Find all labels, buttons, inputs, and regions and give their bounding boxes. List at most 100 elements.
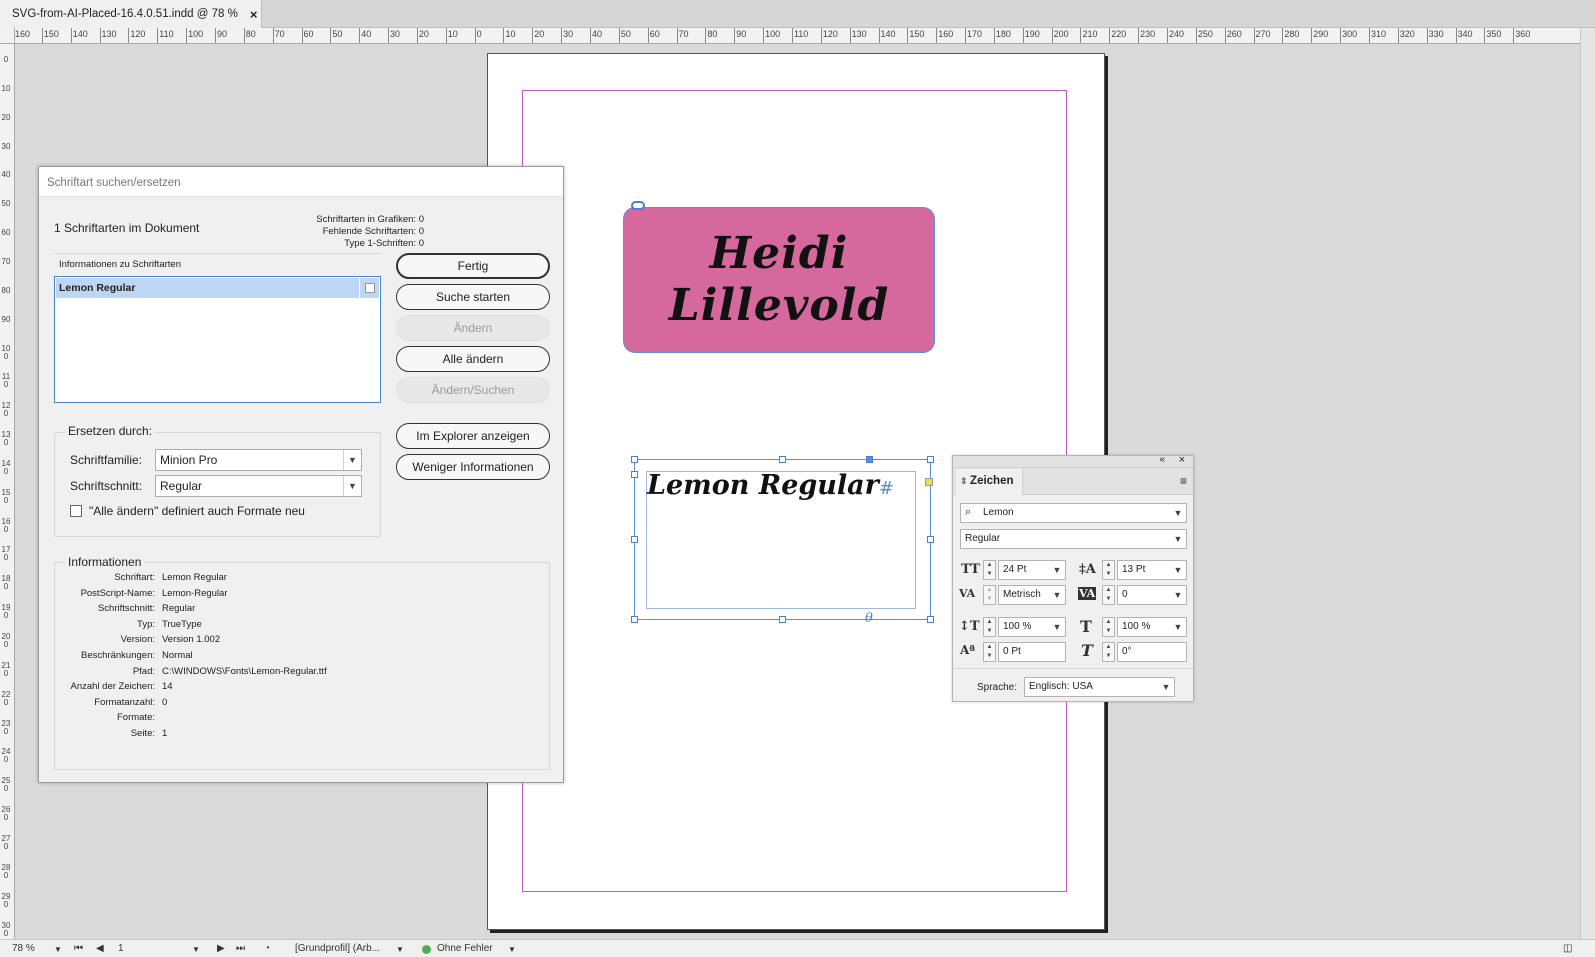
in-port-handle[interactable] xyxy=(631,471,638,478)
corner-option-handle[interactable] xyxy=(866,456,873,463)
dialog-title[interactable]: Schriftart suchen/ersetzen xyxy=(39,167,563,197)
ruler-tick-label: 170 xyxy=(967,29,983,39)
page-chevron-icon[interactable]: ▼ xyxy=(192,945,200,954)
font-style-dropdown[interactable]: Regular ▼ xyxy=(155,475,362,497)
resize-handle-bl[interactable] xyxy=(631,616,638,623)
panel-drag-bar[interactable]: « × xyxy=(953,454,1193,468)
vertical-scrollbar[interactable] xyxy=(1580,28,1595,939)
zoom-level[interactable]: 78 % xyxy=(12,943,35,954)
ruler-tick-label: 290 xyxy=(1,891,11,909)
find-button[interactable]: Suche starten xyxy=(396,284,550,310)
end-of-story-marker: # xyxy=(878,478,894,499)
baseline-shift-field[interactable]: 0 Pt xyxy=(998,642,1066,662)
last-page-icon[interactable]: ⏭ xyxy=(236,943,245,954)
change-button[interactable]: Ändern xyxy=(396,315,550,341)
vertical-scale-stepper[interactable]: ▲ ▼ xyxy=(983,617,996,637)
ruler-tick xyxy=(1138,28,1140,43)
preflight-icon[interactable]: ◔ xyxy=(264,943,270,954)
horizontal-scale-stepper[interactable]: ▲ ▼ xyxy=(1102,617,1115,637)
chevron-down-icon: ▼ xyxy=(343,476,361,496)
leading-stepper[interactable]: ▲ ▼ xyxy=(1102,560,1115,580)
ruler-corner[interactable] xyxy=(0,28,15,44)
resize-handle-t[interactable] xyxy=(779,456,786,463)
reveal-in-explorer-button[interactable]: Im Explorer anzeigen xyxy=(396,423,550,449)
resize-handle-r[interactable] xyxy=(927,536,934,543)
page-number[interactable]: 1 xyxy=(118,943,124,954)
kerning-icon: VA xyxy=(959,587,976,600)
tracking-field[interactable]: 0 ▼ xyxy=(1117,585,1187,605)
prev-page-icon[interactable]: ◀ xyxy=(96,943,104,954)
language-dropdown[interactable]: Englisch: USA ▼ xyxy=(1024,677,1175,697)
tracking-icon: VA xyxy=(1078,587,1097,600)
vertical-ruler[interactable]: 0 10 20 30 40 50 60 70 80 90 100 110 120 130 140 150 160… xyxy=(0,44,15,939)
document-tab[interactable]: SVG-from-AI-Placed-16.4.0.51.indd @ 78 %… xyxy=(0,0,262,28)
resize-handle-b[interactable] xyxy=(779,616,786,623)
close-panel-icon[interactable]: × xyxy=(1179,454,1185,466)
zoom-chevron-icon[interactable]: ▼ xyxy=(54,945,62,954)
less-info-button[interactable]: Weniger Informationen xyxy=(396,454,550,480)
tab-character[interactable]: ⇕ Zeichen xyxy=(956,469,1023,495)
split-view-icon[interactable]: ◫ xyxy=(1563,943,1572,954)
font-status-checkbox[interactable] xyxy=(365,283,375,293)
info-title: Informationen xyxy=(65,555,145,569)
font-style-field[interactable]: Regular ▼ xyxy=(960,529,1187,549)
font-style-label: Schriftschnitt: xyxy=(70,479,143,493)
change-find-button[interactable]: Ändern/Suchen xyxy=(396,377,550,403)
ruler-tick-label: 130 xyxy=(851,29,867,39)
resize-handle-tl[interactable] xyxy=(631,456,638,463)
skew-field[interactable]: 0° xyxy=(1117,642,1187,662)
kerning-stepper[interactable]: ▲ ▼ xyxy=(983,585,996,605)
skew-stepper[interactable]: ▲ ▼ xyxy=(1102,642,1115,662)
font-size-field[interactable]: 24 Pt ▼ xyxy=(998,560,1066,580)
errors-chevron-icon[interactable]: ▼ xyxy=(508,945,516,954)
name-line-2: Lillevold xyxy=(668,280,890,331)
leading-icon: ‡A xyxy=(1079,562,1096,577)
change-all-button[interactable]: Alle ändern xyxy=(396,346,550,372)
out-port-handle[interactable] xyxy=(925,478,933,486)
resize-handle-br[interactable] xyxy=(927,616,934,623)
first-page-icon[interactable]: ⏮ xyxy=(74,943,83,954)
fonts-list[interactable]: Lemon Regular xyxy=(54,276,381,403)
ruler-tick xyxy=(676,28,678,43)
info-value: 14 xyxy=(162,681,173,693)
horizontal-scale-field[interactable]: 100 % ▼ xyxy=(1117,617,1187,637)
done-button[interactable]: Fertig xyxy=(396,253,550,279)
info-value: Version 1.002 xyxy=(162,634,221,646)
baseline-shift-stepper[interactable]: ▲ ▼ xyxy=(983,642,996,662)
search-icon: ⌕ xyxy=(965,506,972,518)
redefine-styles-checkbox[interactable] xyxy=(70,505,82,517)
close-tab-icon[interactable]: × xyxy=(250,7,258,22)
vertical-scale-field[interactable]: 100 % ▼ xyxy=(998,617,1066,637)
ruler-tick xyxy=(1224,28,1226,43)
name-graphic-frame[interactable]: Heidi Lillevold xyxy=(623,207,935,353)
ruler-tick xyxy=(99,28,101,43)
horizontal-ruler[interactable]: 160 150 140 130 120 110 100 90 80 70 60 50 40 30 20 10 0… xyxy=(15,28,1580,44)
leading-field[interactable]: 13 Pt ▼ xyxy=(1117,560,1187,580)
panel-menu-icon[interactable]: ≡ xyxy=(1180,474,1187,488)
tracking-stepper[interactable]: ▲ ▼ xyxy=(1102,585,1115,605)
resize-handle-tr[interactable] xyxy=(927,456,934,463)
ruler-tick xyxy=(791,28,793,43)
ruler-tick-label: 150 xyxy=(909,29,925,39)
collapse-panel-icon[interactable]: « xyxy=(1159,454,1165,465)
link-icon[interactable] xyxy=(631,201,645,210)
preflight-profile[interactable]: [Grundprofil] (Arb... xyxy=(295,943,380,954)
kerning-field[interactable]: Metrisch ▼ xyxy=(998,585,1066,605)
font-list-item-check[interactable] xyxy=(359,278,379,298)
ruler-tick-label: 80 xyxy=(707,29,718,39)
resize-handle-l[interactable] xyxy=(631,536,638,543)
ruler-tick-label: 300 xyxy=(1,920,11,938)
chevron-down-icon: ▼ xyxy=(1161,682,1171,692)
ruler-tick-label: 90 xyxy=(736,29,747,39)
chevron-down-icon: ▼ xyxy=(1173,565,1183,575)
font-family-field[interactable]: ⌕ Lemon ▼ xyxy=(960,503,1187,523)
font-family-dropdown[interactable]: Minion Pro ▼ xyxy=(155,449,362,471)
next-page-icon[interactable]: ▶ xyxy=(217,943,225,954)
font-style-field-value: Regular xyxy=(965,533,1001,544)
font-list-item[interactable]: Lemon Regular xyxy=(56,278,359,298)
frame-text[interactable]: Lemon Regular# xyxy=(647,470,894,501)
kerning-value: Metrisch xyxy=(1003,589,1041,600)
chevron-down-icon: ▼ xyxy=(1052,565,1062,575)
profile-chevron-icon[interactable]: ▼ xyxy=(396,945,404,954)
font-size-stepper[interactable]: ▲ ▼ xyxy=(983,560,996,580)
